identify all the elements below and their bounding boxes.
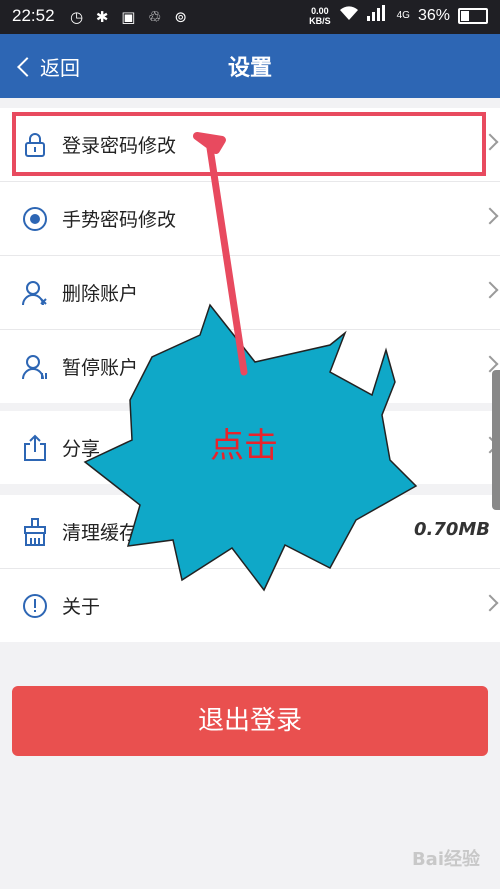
wifi-icon — [339, 5, 359, 26]
watermark: Bai经验 — [411, 849, 480, 870]
nav-bar: 返回 设置 — [0, 34, 500, 98]
logout-button[interactable]: 退出登录 — [12, 686, 488, 756]
network-type: 4G — [396, 10, 410, 21]
settings-item-label: 删除账户 — [62, 283, 139, 305]
user-delete-icon — [20, 278, 50, 308]
settings-item-label: 关于 — [62, 596, 101, 618]
callout-text: 点击 — [210, 426, 278, 466]
user-pause-icon — [20, 352, 50, 382]
settings-group-other: 清理缓存 0.70MB 关于 — [0, 495, 500, 642]
scrollbar[interactable] — [492, 370, 500, 510]
settings-item-gesture-password[interactable]: 手势密码修改 — [0, 182, 500, 256]
battery-icon — [458, 7, 488, 24]
chevron-right-icon — [481, 594, 499, 612]
highlight-box — [12, 112, 486, 176]
gesture-icon — [20, 204, 50, 234]
share-icon — [20, 433, 50, 463]
settings-item-label: 暂停账户 — [62, 357, 139, 379]
info-icon — [20, 591, 50, 621]
status-bar: 22:52 ◷ ✱ ▣ ♲ ⊚ 0.00 KB/S 4G 36% — [0, 0, 500, 34]
signal-icon — [366, 5, 389, 26]
settings-item-about[interactable]: 关于 — [0, 569, 500, 642]
status-icons: ◷ ✱ ▣ ♲ ⊚ — [70, 8, 191, 26]
settings-item-pause-account[interactable]: 暂停账户 — [0, 330, 500, 403]
cache-size: 0.70MB — [413, 519, 490, 540]
status-time: 22:52 — [12, 6, 55, 25]
settings-item-clear-cache[interactable]: 清理缓存 0.70MB — [0, 495, 500, 569]
settings-item-delete-account[interactable]: 删除账户 — [0, 256, 500, 330]
settings-item-label: 分享 — [62, 438, 101, 460]
chevron-right-icon — [481, 207, 499, 225]
settings-item-label: 清理缓存 — [62, 522, 139, 544]
chevron-right-icon — [481, 281, 499, 299]
status-right: 0.00 KB/S 4G 36% — [309, 5, 488, 26]
page-title: 设置 — [227, 56, 272, 81]
battery-percent: 36% — [417, 6, 450, 24]
brush-icon — [20, 517, 50, 547]
network-speed: 0.00 KB/S — [309, 5, 331, 26]
settings-item-label: 手势密码修改 — [62, 209, 177, 231]
